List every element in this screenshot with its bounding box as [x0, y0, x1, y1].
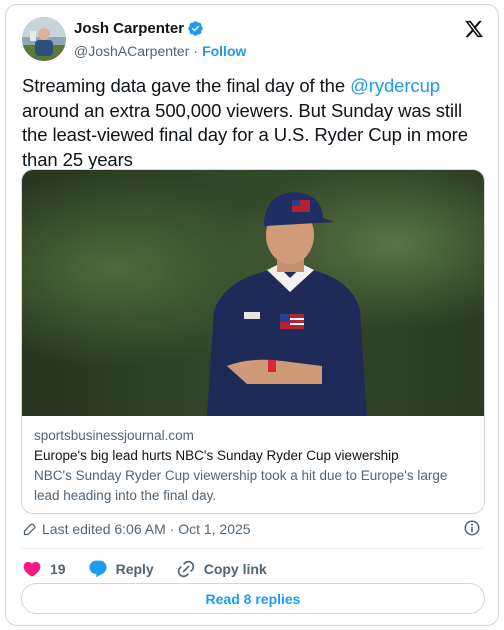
link-title[interactable]: Europe's big lead hurts NBC's Sunday Ryd…	[34, 446, 474, 466]
info-icon[interactable]	[463, 519, 481, 537]
divider	[21, 548, 483, 549]
follow-button[interactable]: Follow	[202, 43, 246, 59]
mention-link[interactable]: @rydercup	[350, 75, 440, 96]
tweet-embed-card: Josh Carpenter @JoshACarpenter · Follow …	[5, 4, 499, 626]
author-avatar[interactable]	[22, 17, 66, 61]
edited-text[interactable]: Last edited 6:06 AM · Oct 1, 2025	[42, 521, 251, 537]
author-handle-line: @JoshACarpenter · Follow	[74, 43, 246, 59]
tweet-text: Streaming data gave the final day of the…	[22, 74, 492, 172]
author-handle[interactable]: @JoshACarpenter	[74, 43, 189, 59]
link-description: NBC's Sunday Ryder Cup viewership took a…	[34, 468, 448, 503]
reply-button[interactable]: Reply	[88, 559, 154, 579]
article-photo[interactable]	[22, 170, 485, 416]
reply-bubble-icon	[89, 560, 107, 578]
author-name[interactable]: Josh Carpenter	[74, 20, 204, 37]
separator-dot: ·	[193, 43, 199, 59]
x-logo-icon[interactable]	[464, 19, 484, 39]
link-icon	[177, 560, 194, 578]
link-preview-card[interactable]: sportsbusinessjournal.com Europe's big l…	[21, 169, 485, 514]
tweet-text-part-1: Streaming data gave the final day of the	[22, 75, 351, 96]
link-domain: sportsbusinessjournal.com	[34, 428, 194, 443]
tweet-text-part-2: around an extra 500,000 viewers. But Sun…	[22, 99, 468, 170]
copy-link-button[interactable]: Copy link	[176, 559, 267, 579]
action-bar: 19 Reply Copy link	[22, 558, 289, 580]
copy-link-label: Copy link	[203, 561, 267, 577]
heart-icon	[23, 561, 41, 577]
pencil-icon	[23, 522, 36, 535]
verified-icon	[188, 21, 203, 36]
like-button[interactable]: 19	[22, 559, 66, 579]
link-card-meta: sportsbusinessjournal.com Europe's big l…	[34, 426, 474, 506]
reply-label: Reply	[115, 561, 154, 577]
edited-timestamp[interactable]: Last edited 6:06 AM · Oct 1, 2025	[22, 521, 251, 537]
read-replies-button[interactable]: Read 8 replies	[21, 583, 485, 614]
author-name-text[interactable]: Josh Carpenter	[74, 20, 184, 37]
like-count: 19	[50, 561, 66, 577]
